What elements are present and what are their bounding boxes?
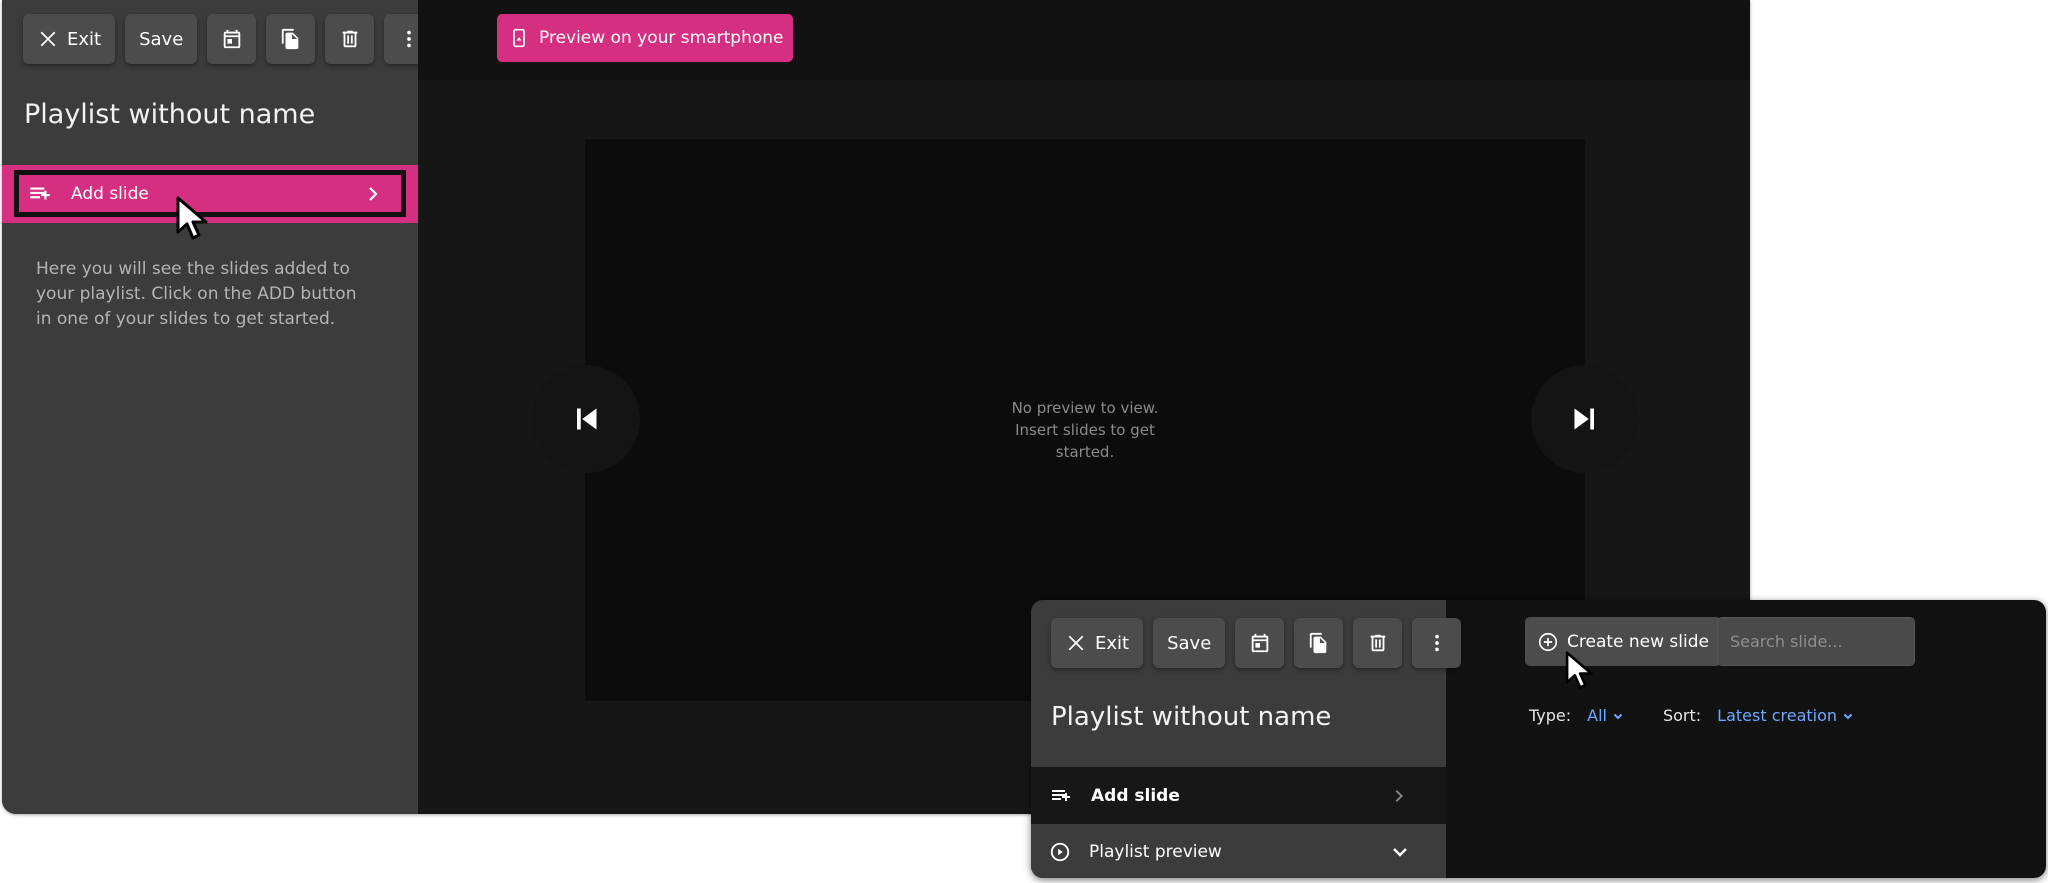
- play-circle-icon: [1050, 842, 1070, 862]
- inset-add-slide-button[interactable]: Add slide: [1031, 767, 1446, 824]
- add-circle-icon: [1538, 632, 1558, 651]
- calendar-icon: [223, 29, 241, 49]
- chevron-down-icon: [1613, 713, 1623, 719]
- inset-sidebar: Exit Save Playlist without name Add slid…: [1031, 600, 1462, 878]
- exit-button[interactable]: Exit: [23, 14, 116, 64]
- more-vertical-icon: [406, 30, 411, 48]
- next-slide-button[interactable]: [1531, 365, 1639, 473]
- playlist-add-icon: [30, 187, 50, 199]
- close-icon: [40, 31, 56, 47]
- inset-editor-window: Exit Save Playlist without name Add slid…: [1031, 600, 2046, 878]
- delete-button[interactable]: [325, 14, 375, 64]
- save-label: Save: [139, 28, 184, 50]
- search-slide-input[interactable]: [1717, 617, 1915, 666]
- playlist-title[interactable]: Playlist without name: [24, 99, 315, 130]
- sort-value: Latest creation: [1717, 706, 1838, 725]
- skip-previous-icon: [577, 408, 597, 430]
- schedule-button[interactable]: [207, 14, 257, 64]
- trash-icon: [342, 30, 358, 48]
- close-icon: [1068, 635, 1084, 651]
- mouse-pointer-icon: [176, 196, 208, 240]
- mouse-pointer-icon: [1565, 651, 1593, 689]
- inset-add-slide-label: Add slide: [1091, 785, 1180, 806]
- sidebar: Exit Save Playlist without name Add slid…: [2, 0, 434, 814]
- copy-icon: [281, 28, 299, 50]
- duplicate-button[interactable]: [266, 14, 316, 64]
- inset-save-label: Save: [1167, 632, 1212, 654]
- no-preview-text: No preview to view. Insert slides to get…: [1011, 399, 1159, 461]
- inset-exit-button[interactable]: Exit: [1051, 618, 1144, 668]
- type-filter-label: Type:: [1529, 706, 1572, 725]
- inset-duplicate-button[interactable]: [1294, 618, 1344, 668]
- playlist-preview-toggle[interactable]: Playlist preview: [1031, 826, 1446, 878]
- chevron-right-icon: [1395, 789, 1403, 802]
- save-button[interactable]: Save: [125, 14, 198, 64]
- preview-smartphone-label: Preview on your smartphone: [539, 28, 784, 48]
- skip-next-icon: [1574, 408, 1594, 430]
- previous-slide-button[interactable]: [532, 365, 640, 473]
- calendar-icon: [1251, 633, 1269, 653]
- no-preview-message: No preview to view. Insert slides to get…: [585, 397, 1585, 463]
- slide-filters: Type: All Sort: Latest creation: [1529, 706, 1853, 725]
- inset-save-button[interactable]: Save: [1153, 618, 1226, 668]
- inset-delete-button[interactable]: [1353, 618, 1403, 668]
- create-new-slide-label: Create new slide: [1567, 631, 1709, 652]
- sort-label: Sort:: [1662, 706, 1702, 725]
- smartphone-icon: [513, 28, 525, 48]
- playlist-add-icon: [1052, 789, 1070, 801]
- add-slide-label: Add slide: [71, 183, 149, 204]
- inset-more-options-button[interactable]: [1412, 618, 1462, 668]
- exit-label: Exit: [67, 28, 102, 50]
- preview-smartphone-button[interactable]: Preview on your smartphone: [497, 14, 794, 62]
- trash-icon: [1370, 634, 1386, 652]
- inset-schedule-button[interactable]: [1235, 618, 1285, 668]
- chevron-down-icon: [1393, 848, 1407, 857]
- inset-exit-label: Exit: [1095, 632, 1130, 654]
- empty-playlist-help: Here you will see the slides added to yo…: [36, 259, 357, 329]
- inset-toolbar: Exit Save: [1051, 618, 1462, 668]
- toolbar: Exit Save: [23, 14, 434, 64]
- type-filter-dropdown[interactable]: All: [1587, 706, 1623, 725]
- playlist-preview-label: Playlist preview: [1089, 842, 1222, 862]
- copy-icon: [1309, 632, 1327, 654]
- inset-playlist-title[interactable]: Playlist without name: [1051, 702, 1331, 732]
- chevron-down-icon: [1843, 713, 1853, 719]
- chevron-right-icon: [369, 186, 378, 201]
- type-filter-value: All: [1587, 706, 1607, 725]
- more-vertical-icon: [1434, 634, 1439, 652]
- create-new-slide-button[interactable]: Create new slide: [1525, 617, 1721, 666]
- sort-dropdown[interactable]: Latest creation: [1717, 706, 1853, 725]
